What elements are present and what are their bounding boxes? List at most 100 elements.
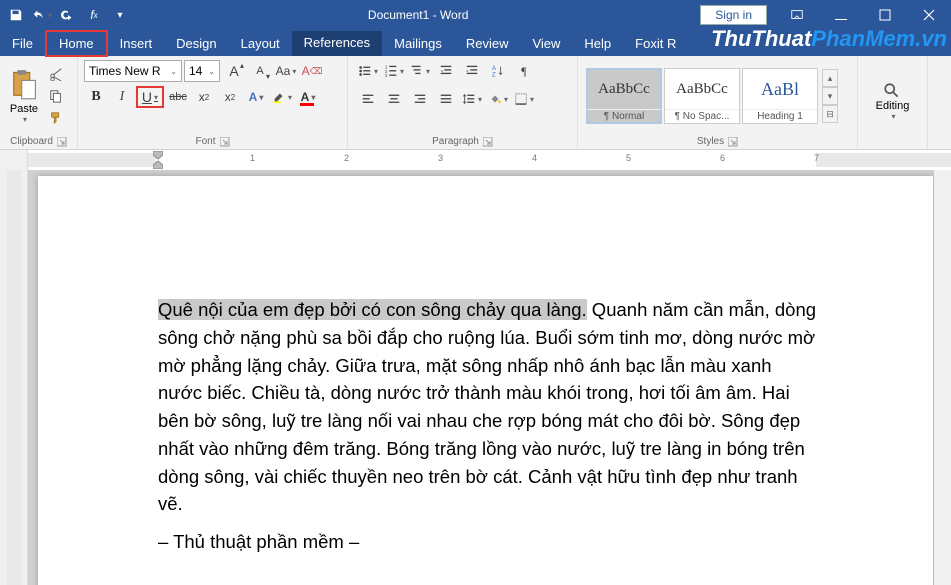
strikethrough-button[interactable]: abc	[166, 86, 190, 108]
font-color-button[interactable]: A▾	[296, 86, 320, 108]
group-editing: Editing ▾	[858, 56, 928, 149]
paragraph-rest[interactable]: Quanh năm cần mẫn, dòng sông chở nặng ph…	[158, 299, 816, 514]
paragraph-group-label: Paragraph	[432, 136, 479, 147]
align-right-button[interactable]	[408, 88, 432, 110]
bucket-icon	[488, 92, 502, 106]
maximize-button[interactable]	[863, 1, 907, 29]
style-no-spacing[interactable]: AaBbCc ¶ No Spac...	[664, 68, 740, 124]
line-spacing-button[interactable]: ▾	[460, 88, 484, 110]
underline-button[interactable]: U▾	[136, 86, 164, 108]
subscript-button[interactable]: x2	[192, 86, 216, 108]
show-marks-button[interactable]: ¶	[512, 60, 536, 82]
tab-mailings[interactable]: Mailings	[382, 32, 454, 55]
style-label: ¶ Normal	[587, 109, 661, 123]
paste-button[interactable]: Paste ▾	[4, 61, 44, 131]
bullets-button[interactable]: ▾	[356, 60, 380, 82]
grow-label: A	[229, 63, 238, 79]
multilevel-list-button[interactable]: ▾	[408, 60, 432, 82]
qat-customize-button[interactable]: ▾	[108, 3, 132, 27]
paste-icon	[10, 69, 38, 101]
numbering-button[interactable]: 123▾	[382, 60, 406, 82]
italic-button[interactable]: I	[110, 86, 134, 108]
ruler-mark: 7	[814, 153, 819, 163]
align-center-button[interactable]	[382, 88, 406, 110]
highlighter-icon	[272, 90, 286, 104]
tab-file[interactable]: File	[0, 32, 45, 55]
shrink-font-button[interactable]: A▾	[248, 60, 272, 82]
first-line-indent-marker[interactable]	[153, 151, 163, 169]
highlight-button[interactable]: ▾	[270, 86, 294, 108]
ruler-mark: 6	[720, 153, 725, 163]
change-case-button[interactable]: Aa▾	[274, 60, 298, 82]
undo-button[interactable]: ▾	[30, 3, 54, 27]
format-painter-button[interactable]	[46, 108, 66, 128]
editing-menu-button[interactable]: Editing ▾	[876, 82, 910, 121]
tab-references[interactable]: References	[292, 31, 382, 56]
save-button[interactable]	[4, 3, 28, 27]
font-size-combo[interactable]: 14⌄	[184, 60, 220, 82]
sign-in-button[interactable]: Sign in	[700, 5, 767, 25]
styles-gallery-nav: ▴ ▾ ⊟	[822, 69, 838, 123]
superscript-button[interactable]: x2	[218, 86, 242, 108]
bold-button[interactable]: B	[84, 86, 108, 108]
vertical-scrollbar[interactable]	[934, 170, 951, 585]
shading-button[interactable]: ▾	[486, 88, 510, 110]
style-normal[interactable]: AaBbCc ¶ Normal	[586, 68, 662, 124]
tab-layout[interactable]: Layout	[229, 32, 292, 55]
watermark-logo: ThuThuatPhanMem.vn	[711, 26, 947, 52]
svg-text:Z: Z	[492, 71, 496, 78]
tab-help[interactable]: Help	[572, 32, 623, 55]
tab-review[interactable]: Review	[454, 32, 521, 55]
grow-font-button[interactable]: A▴	[222, 60, 246, 82]
ribbon-options-button[interactable]	[775, 1, 819, 29]
increase-indent-button[interactable]	[460, 60, 484, 82]
document-body[interactable]: Quê nội của em đẹp bởi có con sông chảy …	[158, 296, 818, 556]
justify-icon	[439, 92, 453, 106]
align-left-button[interactable]	[356, 88, 380, 110]
justify-button[interactable]	[434, 88, 458, 110]
page[interactable]: Quê nội của em đẹp bởi có con sông chảy …	[38, 176, 933, 585]
close-button[interactable]	[907, 1, 951, 29]
ribbon-tabs: File Home Insert Design Layout Reference…	[0, 30, 951, 56]
ruler-mark: 1	[250, 153, 255, 163]
dialog-launcher-icon[interactable]	[220, 137, 230, 147]
text-effects-button[interactable]: A▾	[244, 86, 268, 108]
cut-button[interactable]	[46, 64, 66, 84]
paragraph-main[interactable]: Quê nội của em đẹp bởi có con sông chảy …	[158, 296, 818, 518]
styles-scroll-up[interactable]: ▴	[822, 69, 838, 87]
vertical-ruler[interactable]	[0, 170, 28, 585]
editing-label: Editing	[876, 100, 910, 112]
tab-insert[interactable]: Insert	[108, 32, 165, 55]
styles-scroll-down[interactable]: ▾	[822, 87, 838, 105]
redo-button[interactable]	[56, 3, 80, 27]
tab-view[interactable]: View	[520, 32, 572, 55]
font-name-combo[interactable]: Times New R⌄	[84, 60, 182, 82]
tab-home[interactable]: Home	[45, 30, 108, 57]
clear-formatting-button[interactable]: A⌫	[300, 60, 324, 82]
horizontal-ruler[interactable]: 1234567	[0, 150, 951, 170]
chevron-down-icon: ⌄	[208, 67, 215, 76]
svg-text:3: 3	[385, 73, 388, 78]
copy-button[interactable]	[46, 86, 66, 106]
ribbon: Paste ▾ Clipboard Times New R⌄ 14⌄ A▴ A▾…	[0, 56, 951, 150]
paragraph-signature[interactable]: – Thủ thuật phần mềm –	[158, 528, 818, 556]
chevron-down-icon: ▾	[23, 115, 27, 124]
tab-foxit[interactable]: Foxit R	[623, 32, 688, 55]
style-heading-1[interactable]: AaBl Heading 1	[742, 68, 818, 124]
styles-expand[interactable]: ⊟	[822, 105, 838, 123]
scissors-icon	[49, 67, 63, 81]
window-title: Document1 - Word	[136, 8, 700, 22]
dialog-launcher-icon[interactable]	[57, 137, 67, 147]
case-label: Aa	[276, 64, 291, 78]
selected-text[interactable]: Quê nội của em đẹp bởi có con sông chảy …	[158, 299, 587, 320]
sort-button[interactable]: AZ	[486, 60, 510, 82]
minimize-button[interactable]	[819, 1, 863, 29]
document-area[interactable]: Quê nội của em đẹp bởi có con sông chảy …	[28, 170, 951, 585]
dialog-launcher-icon[interactable]	[483, 137, 493, 147]
borders-button[interactable]: ▾	[512, 88, 536, 110]
dialog-launcher-icon[interactable]	[728, 137, 738, 147]
styles-group-label: Styles	[697, 136, 724, 147]
tab-design[interactable]: Design	[164, 32, 228, 55]
decrease-indent-button[interactable]	[434, 60, 458, 82]
fx-button[interactable]: fx	[82, 3, 106, 27]
